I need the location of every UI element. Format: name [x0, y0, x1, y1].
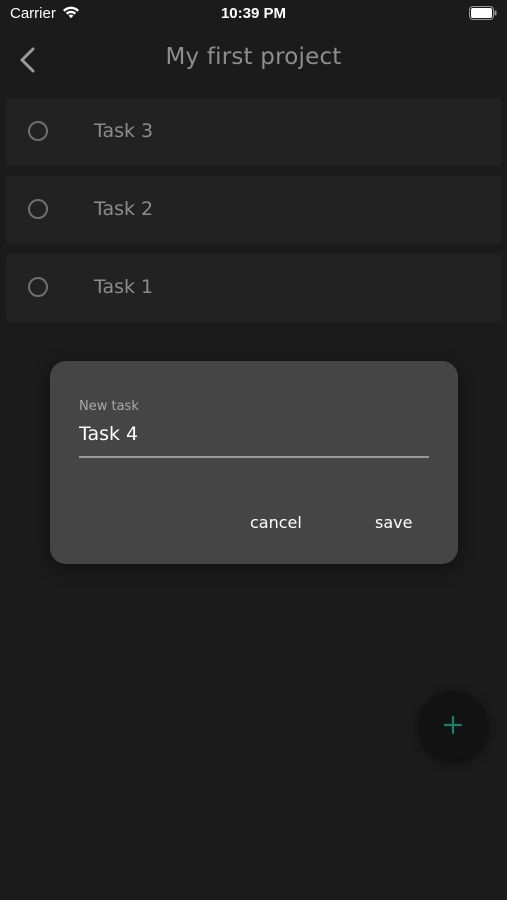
plus-icon	[443, 715, 463, 735]
page-title: My first project	[165, 44, 342, 70]
status-bar: Carrier 10:39 PM	[0, 0, 507, 30]
task-item[interactable]: Task 1	[6, 254, 502, 322]
task-checkbox[interactable]	[28, 277, 48, 297]
task-list: Task 3 Task 2 Task 1	[6, 98, 502, 332]
task-item[interactable]: Task 3	[6, 98, 502, 166]
task-label: Task 1	[94, 276, 154, 298]
add-task-button[interactable]	[419, 691, 487, 759]
task-item[interactable]: Task 2	[6, 176, 502, 244]
task-label: Task 2	[94, 198, 154, 220]
app-screen: Carrier 10:39 PM My first project Task 3…	[0, 0, 507, 900]
task-checkbox[interactable]	[28, 121, 48, 141]
task-checkbox[interactable]	[28, 199, 48, 219]
new-task-dialog: New task cancel save	[50, 361, 458, 564]
navigation-bar: My first project	[0, 30, 507, 92]
save-button[interactable]: save	[375, 513, 412, 532]
input-underline	[79, 456, 429, 458]
task-label: Task 3	[94, 120, 154, 142]
status-time: 10:39 PM	[220, 5, 287, 22]
cancel-button[interactable]: cancel	[250, 513, 302, 532]
new-task-input[interactable]	[79, 419, 429, 449]
battery-icon	[469, 6, 497, 24]
new-task-label: New task	[79, 399, 139, 414]
